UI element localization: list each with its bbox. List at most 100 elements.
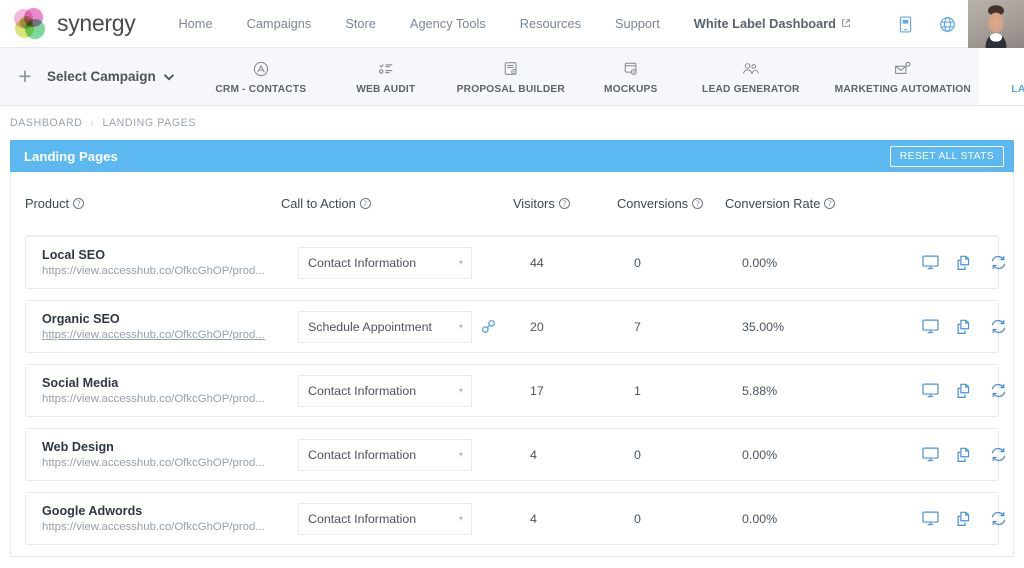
breadcrumb-separator-icon: › xyxy=(90,117,95,129)
cell-visitors: 17 xyxy=(530,383,544,398)
chevron-down-icon: ▾ xyxy=(458,321,463,331)
cell-conversions: 0 xyxy=(634,255,641,270)
tab-lead-generator[interactable]: LEAD GENERATOR xyxy=(675,48,827,105)
reset-all-stats-button[interactable]: RESET ALL STATS xyxy=(889,145,1004,167)
globe-icon[interactable] xyxy=(926,16,968,33)
reset-stats-icon[interactable] xyxy=(990,255,1007,270)
cell-conversion-rate: 35.00% xyxy=(742,319,785,334)
chevron-down-icon: ▾ xyxy=(458,257,463,267)
product-name: Organic SEO xyxy=(42,312,120,326)
crm-contacts-icon xyxy=(253,60,269,77)
nav-item-support[interactable]: Support xyxy=(598,16,677,31)
table-row: Web Design https://view.accesshub.co/Ofk… xyxy=(25,428,1006,481)
tab-label: LEAD GENERATOR xyxy=(702,84,800,95)
column-label: Visitors xyxy=(513,196,555,211)
reset-stats-icon[interactable] xyxy=(990,511,1007,526)
nav-item-agency-tools[interactable]: Agency Tools xyxy=(393,16,503,31)
tab-crm-contacts[interactable]: CRM - CONTACTS xyxy=(185,48,337,105)
duplicate-icon[interactable] xyxy=(956,255,973,271)
column-label: Call to Action xyxy=(281,196,356,211)
product-url[interactable]: https://view.accesshub.co/OfkcGhOP/prod.… xyxy=(42,457,274,469)
help-icon[interactable]: ? xyxy=(359,198,371,209)
module-tabs: CRM - CONTACTS WEB AUDIT PROPOSAL BUILDE… xyxy=(185,48,1024,105)
product-url[interactable]: https://view.accesshub.co/OfkcGhOP/prod.… xyxy=(42,521,274,533)
preview-monitor-icon[interactable] xyxy=(922,511,939,526)
duplicate-icon[interactable] xyxy=(956,511,973,527)
product-url[interactable]: https://view.accesshub.co/OfkcGhOP/prod.… xyxy=(42,265,274,277)
help-icon[interactable]: ? xyxy=(558,198,570,209)
product-url[interactable]: https://view.accesshub.co/OfkcGhOP/prod.… xyxy=(42,329,274,341)
cell-call-to-action: Contact Information ▾ xyxy=(298,374,530,407)
call-to-action-select[interactable]: Contact Information ▾ xyxy=(298,246,472,279)
campaign-selector[interactable]: + Select Campaign xyxy=(0,48,185,105)
call-to-action-value: Schedule Appointment xyxy=(308,319,432,334)
cell-product: Organic SEO https://view.accesshub.co/Of… xyxy=(42,312,298,341)
tab-marketing-automation[interactable]: MARKETING AUTOMATION xyxy=(827,48,979,105)
product-url[interactable]: https://view.accesshub.co/OfkcGhOP/prod.… xyxy=(42,393,274,405)
brand-logo[interactable]: synergy xyxy=(0,7,136,40)
product-name: Google Adwords xyxy=(42,504,143,518)
nav-item-resources[interactable]: Resources xyxy=(503,16,598,31)
cell-conversions: 1 xyxy=(634,383,641,398)
cell-visitors: 4 xyxy=(530,447,537,462)
tab-web-audit[interactable]: WEB AUDIT xyxy=(337,48,435,105)
cell-call-to-action: Contact Information ▾ xyxy=(298,502,530,535)
duplicate-icon[interactable] xyxy=(956,319,973,335)
call-to-action-select[interactable]: Contact Information ▾ xyxy=(298,502,472,535)
nav-item-store[interactable]: Store xyxy=(328,16,393,31)
chevron-down-icon: ▾ xyxy=(458,513,463,523)
cell-actions xyxy=(922,383,1023,399)
preview-monitor-icon[interactable] xyxy=(922,447,939,462)
synergy-logo-icon xyxy=(14,7,48,40)
cell-conversions: 7 xyxy=(634,319,641,334)
duplicate-icon[interactable] xyxy=(956,447,973,463)
nav-item-home[interactable]: Home xyxy=(161,16,229,31)
column-label: Conversion Rate xyxy=(725,196,821,211)
tab-label: MARKETING AUTOMATION xyxy=(834,84,971,95)
top-header: synergy Home Campaigns Store Agency Tool… xyxy=(0,0,1024,48)
page-title: Landing Pages xyxy=(24,148,118,164)
cell-actions xyxy=(922,319,1023,335)
cell-conversion-rate: 0.00% xyxy=(742,511,778,526)
table-row: Organic SEO https://view.accesshub.co/Of… xyxy=(25,300,1006,353)
help-icon[interactable]: ? xyxy=(824,198,836,209)
module-toolbar: + Select Campaign CRM - CONTACTS WEB AUD… xyxy=(0,48,1024,106)
avatar[interactable] xyxy=(968,0,1024,48)
external-link-icon xyxy=(841,16,851,31)
mobile-preview-icon[interactable] xyxy=(884,16,926,33)
preview-monitor-icon[interactable] xyxy=(922,383,939,398)
preview-monitor-icon[interactable] xyxy=(922,319,939,334)
reset-stats-icon[interactable] xyxy=(990,447,1007,462)
help-icon[interactable]: ? xyxy=(73,198,85,209)
cell-visitors: 44 xyxy=(530,255,544,270)
nav-item-campaigns[interactable]: Campaigns xyxy=(230,16,329,31)
cell-visitors: 4 xyxy=(530,511,537,526)
call-to-action-select[interactable]: Contact Information ▾ xyxy=(298,438,472,471)
chevron-down-icon[interactable] xyxy=(163,70,185,84)
chain-link-icon[interactable] xyxy=(481,319,496,334)
tab-mockups[interactable]: MOCKUPS xyxy=(587,48,675,105)
cell-conversion-rate: 0.00% xyxy=(742,255,778,270)
table-row: Local SEO https://view.accesshub.co/Ofkc… xyxy=(25,236,1006,289)
cell-conversion-rate: 5.88% xyxy=(742,383,778,398)
reset-stats-icon[interactable] xyxy=(990,383,1007,398)
proposal-builder-icon xyxy=(503,60,519,77)
add-campaign-icon[interactable]: + xyxy=(8,60,42,94)
chevron-down-icon: ▾ xyxy=(458,385,463,395)
tab-proposal-builder[interactable]: PROPOSAL BUILDER xyxy=(435,48,587,105)
help-icon[interactable]: ? xyxy=(692,198,704,209)
cell-product: Web Design https://view.accesshub.co/Ofk… xyxy=(42,440,298,469)
breadcrumb-item-dashboard[interactable]: DASHBOARD xyxy=(10,117,83,129)
nav-item-white-label-dashboard[interactable]: White Label Dashboard xyxy=(677,16,868,31)
preview-monitor-icon[interactable] xyxy=(922,255,939,270)
header-right-actions xyxy=(884,0,1024,48)
panel-body: Product ? Call to Action ? Visitors ? Co… xyxy=(10,172,1014,557)
call-to-action-select[interactable]: Schedule Appointment ▾ xyxy=(298,310,472,343)
call-to-action-select[interactable]: Contact Information ▾ xyxy=(298,374,472,407)
duplicate-icon[interactable] xyxy=(956,383,973,399)
reset-stats-icon[interactable] xyxy=(990,319,1007,334)
breadcrumb: DASHBOARD › LANDING PAGES xyxy=(0,106,1024,140)
table-row: Social Media https://view.accesshub.co/O… xyxy=(25,364,1006,417)
tab-landing-pages[interactable]: LANDING PAGES xyxy=(978,48,1024,105)
tab-label: LANDING PAGES xyxy=(1011,84,1024,95)
